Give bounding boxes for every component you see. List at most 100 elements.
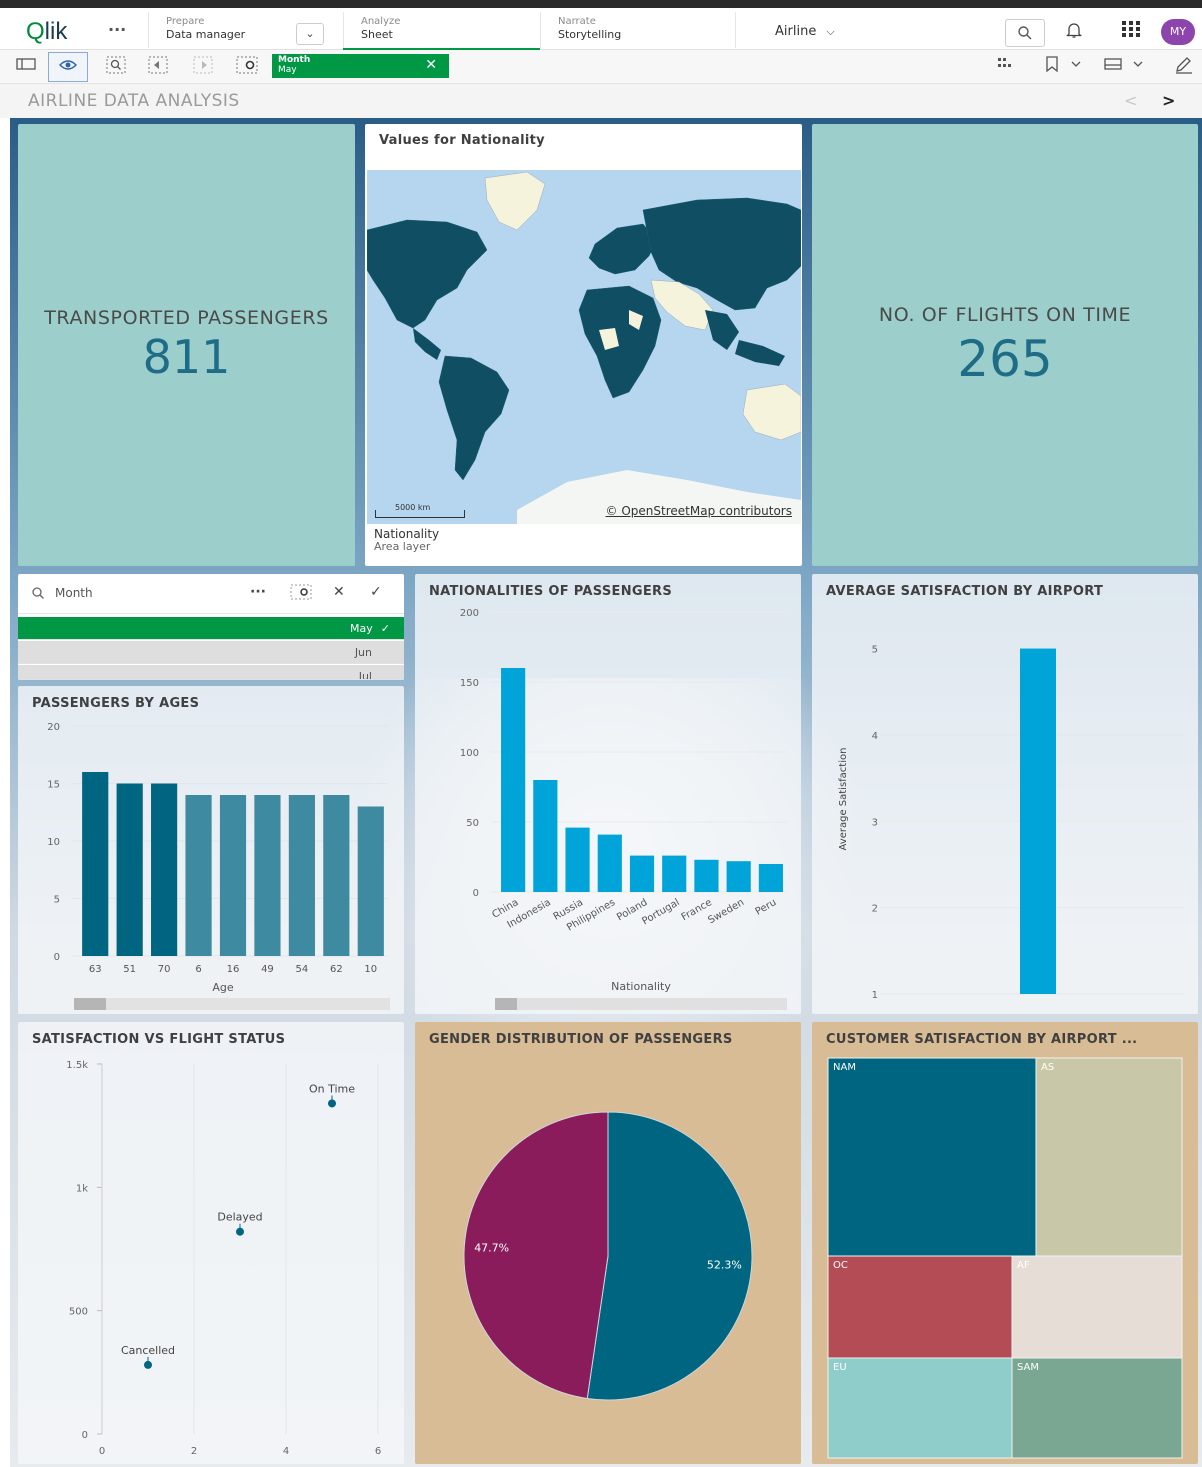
bar xyxy=(219,795,247,956)
bar xyxy=(357,806,384,956)
treemap-cell[interactable] xyxy=(827,1255,1013,1359)
nationalities-bar-chart[interactable]: 050100150200ChinaIndonesiaRussiaPhilippi… xyxy=(415,574,801,1014)
smart-search-icon[interactable] xyxy=(106,56,126,78)
insights-eye-button[interactable] xyxy=(48,52,88,82)
y-tick-label: 15 xyxy=(47,780,60,791)
pie-label: 52.3% xyxy=(707,1258,742,1271)
chart-satisfaction-vs-status[interactable]: SATISFACTION VS FLIGHT STATUS 0 500 1k 1.5k… xyxy=(18,1022,404,1464)
search-icon xyxy=(1018,26,1032,40)
step-back-icon[interactable] xyxy=(148,56,168,78)
x-tick-label: Sweden xyxy=(706,897,746,926)
previous-sheet-icon[interactable]: < xyxy=(1124,91,1137,110)
y-tick-label: 1.5k xyxy=(66,1060,88,1071)
scatter-point xyxy=(328,1099,336,1108)
treemap-label: SAM xyxy=(1017,1362,1039,1373)
notifications-icon[interactable] xyxy=(1065,21,1083,43)
filter-item-may[interactable]: May ✓ xyxy=(18,617,404,640)
gender-pie-chart[interactable]: 52.3% 47.7% xyxy=(415,1022,801,1464)
kpi-value: 811 xyxy=(142,330,231,384)
kpi-label: TRANSPORTED PASSENGERS xyxy=(44,307,329,329)
x-tick-label: 62 xyxy=(330,964,343,975)
y-tick-label: 4 xyxy=(872,731,878,742)
filter-item-jun[interactable]: Jun xyxy=(18,641,404,664)
selection-value: May xyxy=(278,65,297,75)
y-tick-label: 200 xyxy=(460,608,479,619)
bar xyxy=(501,668,526,892)
month-filter-pane[interactable]: Month ··· ✕ ✓ May ✓ Jun Jul xyxy=(18,574,404,680)
treemap-cell[interactable] xyxy=(1011,1357,1183,1459)
nav-prepare[interactable]: Prepare Data manager xyxy=(166,16,245,41)
kpi-transported-passengers[interactable]: TRANSPORTED PASSENGERS 811 xyxy=(18,124,355,566)
clear-selection-icon[interactable]: ✕ xyxy=(425,57,437,73)
panel-toggle-icon[interactable] xyxy=(16,56,36,76)
bar xyxy=(185,795,212,956)
user-avatar[interactable]: MY xyxy=(1161,19,1195,45)
more-options-icon[interactable]: ··· xyxy=(250,584,266,600)
top-navigation: Qlik ··· Prepare Data manager ⌄ Analyze … xyxy=(0,8,1202,50)
map-attribution[interactable]: © OpenStreetMap contributors xyxy=(606,504,792,518)
map-nationality[interactable]: Values for Nationality 5000 km © OpenStr… xyxy=(365,124,802,566)
search-icon[interactable] xyxy=(31,586,45,603)
qlik-logo[interactable]: Qlik xyxy=(26,18,67,46)
treemap-label: AS xyxy=(1041,1062,1054,1073)
filter-item-label: Jul xyxy=(358,670,372,680)
map-layer-title: Nationality xyxy=(374,527,440,541)
cancel-icon[interactable]: ✕ xyxy=(333,584,345,600)
y-tick-label: 5 xyxy=(54,895,60,906)
kpi-flights-on-time[interactable]: NO. OF FLIGHTS ON TIME 265 xyxy=(812,124,1198,566)
clear-selections-icon[interactable] xyxy=(236,56,258,78)
clear-selection-icon[interactable] xyxy=(290,584,312,604)
chart-gender-distribution[interactable]: GENDER DISTRIBUTION OF PASSENGERS 52.3% 4… xyxy=(415,1022,801,1464)
x-tick-label: 4 xyxy=(283,1446,289,1457)
bar xyxy=(323,795,350,956)
x-tick-label: 63 xyxy=(89,964,102,975)
treemap-cell[interactable] xyxy=(1035,1057,1183,1257)
app-name-dropdown[interactable]: Airline ⌵ xyxy=(775,24,835,39)
y-tick-label: 3 xyxy=(872,817,878,828)
chart-average-satisfaction[interactable]: AVERAGE SATISFACTION BY AIRPORT 1 2 3 4 5 Ave… xyxy=(812,574,1198,1014)
next-sheet-icon[interactable]: > xyxy=(1162,91,1175,110)
step-forward-icon[interactable] xyxy=(193,56,213,78)
scrollbar-thumb[interactable] xyxy=(495,998,517,1010)
filter-item-jul[interactable]: Jul xyxy=(18,665,404,680)
nav-narrate-label: Narrate xyxy=(558,16,596,27)
ages-bar-chart[interactable]: 0 5 10 15 20 63 51 70 6 16 49 54 62 10 Age xyxy=(18,686,404,1014)
bar xyxy=(254,795,281,956)
chart-nationalities[interactable]: NATIONALITIES OF PASSENGERS 0 50 100 150 200… xyxy=(415,574,801,1014)
apps-grid-icon[interactable] xyxy=(1121,20,1141,43)
chart-customer-satisfaction-treemap[interactable]: CUSTOMER SATISFACTION BY AIRPORT ... NAM… xyxy=(812,1022,1198,1464)
bookmark-icon[interactable] xyxy=(1044,56,1084,76)
chevron-down-icon: ⌵ xyxy=(826,25,835,38)
x-tick-label: 54 xyxy=(296,964,309,975)
bar xyxy=(597,834,622,892)
confirm-icon[interactable]: ✓ xyxy=(370,584,382,600)
y-axis-label: Average Satisfaction xyxy=(838,748,849,851)
grid-view-icon[interactable] xyxy=(996,56,1016,76)
flight-status-scatter[interactable]: 0 500 1k 1.5k 0 2 4 6 Cancelled Delayed On Time xyxy=(18,1022,404,1464)
y-tick-label: 500 xyxy=(69,1307,88,1318)
x-tick-label: 6 xyxy=(195,964,201,975)
satisfaction-bar-chart[interactable]: 1 2 3 4 5 Average Satisfaction xyxy=(812,574,1198,1014)
treemap-label: AF xyxy=(1017,1260,1030,1271)
bar xyxy=(662,855,687,892)
chart-passengers-by-ages[interactable]: PASSENGERS BY AGES 0 5 10 15 20 63 51 70 6 16 49 54… xyxy=(18,686,404,1014)
scrollbar-thumb[interactable] xyxy=(74,998,106,1010)
treemap-cell[interactable] xyxy=(827,1057,1037,1257)
edit-pencil-icon[interactable] xyxy=(1174,56,1194,78)
eye-icon xyxy=(59,60,77,70)
satisfaction-treemap[interactable]: NAM AS OC AF EU SAM xyxy=(812,1022,1198,1464)
prepare-dropdown-button[interactable]: ⌄ xyxy=(296,23,324,45)
map-scale-label: 5000 km xyxy=(395,503,431,512)
present-icon[interactable] xyxy=(1104,56,1144,76)
search-button[interactable] xyxy=(1005,19,1045,47)
map-canvas[interactable]: 5000 km xyxy=(367,170,801,524)
nav-narrate[interactable]: Narrate Storytelling xyxy=(558,16,621,41)
more-menu-button[interactable]: ··· xyxy=(108,20,126,39)
nav-analyze[interactable]: Analyze Sheet xyxy=(361,16,400,41)
treemap-cell[interactable] xyxy=(1011,1255,1183,1359)
y-tick-label: 1 xyxy=(872,990,878,1001)
selection-chip[interactable]: Month May ✕ xyxy=(272,54,449,78)
treemap-cell[interactable] xyxy=(827,1357,1013,1459)
bar xyxy=(533,780,558,892)
nav-analyze-value: Sheet xyxy=(361,28,393,41)
